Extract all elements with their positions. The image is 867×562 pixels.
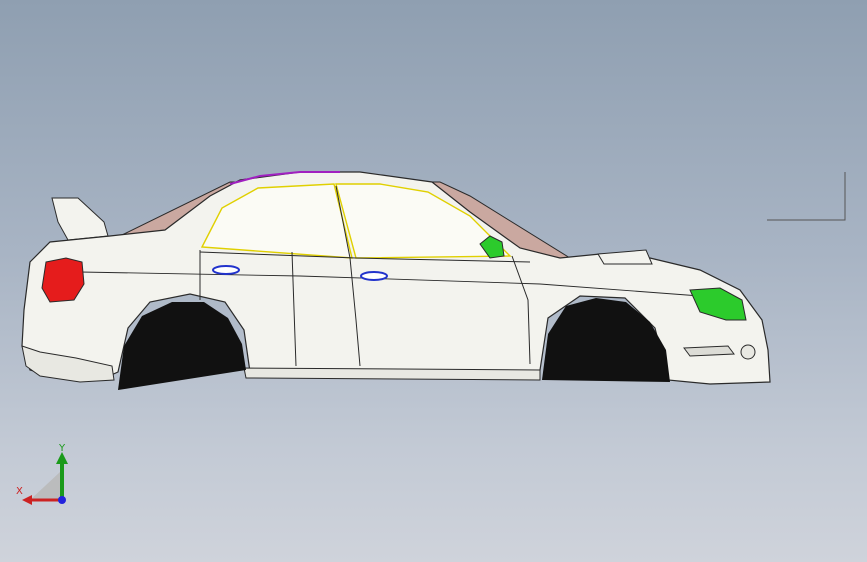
z-axis-dot xyxy=(58,496,66,504)
view-corner-indicator xyxy=(767,172,846,221)
fog-light xyxy=(740,344,756,360)
coordinate-triad xyxy=(22,452,68,505)
rear-spoiler xyxy=(51,197,109,241)
side-skirt xyxy=(243,367,541,381)
triad-plane xyxy=(30,472,60,500)
graphics-viewport[interactable]: Y X xyxy=(0,0,867,562)
front-bumper-vent xyxy=(683,345,735,357)
hood-scoop xyxy=(597,249,653,265)
rear-door-handle[interactable] xyxy=(212,265,240,275)
car-body-model[interactable] xyxy=(0,0,867,562)
front-door-handle[interactable] xyxy=(360,271,388,281)
triad-y-label: Y xyxy=(59,443,66,454)
triad-x-label: X xyxy=(16,486,23,497)
